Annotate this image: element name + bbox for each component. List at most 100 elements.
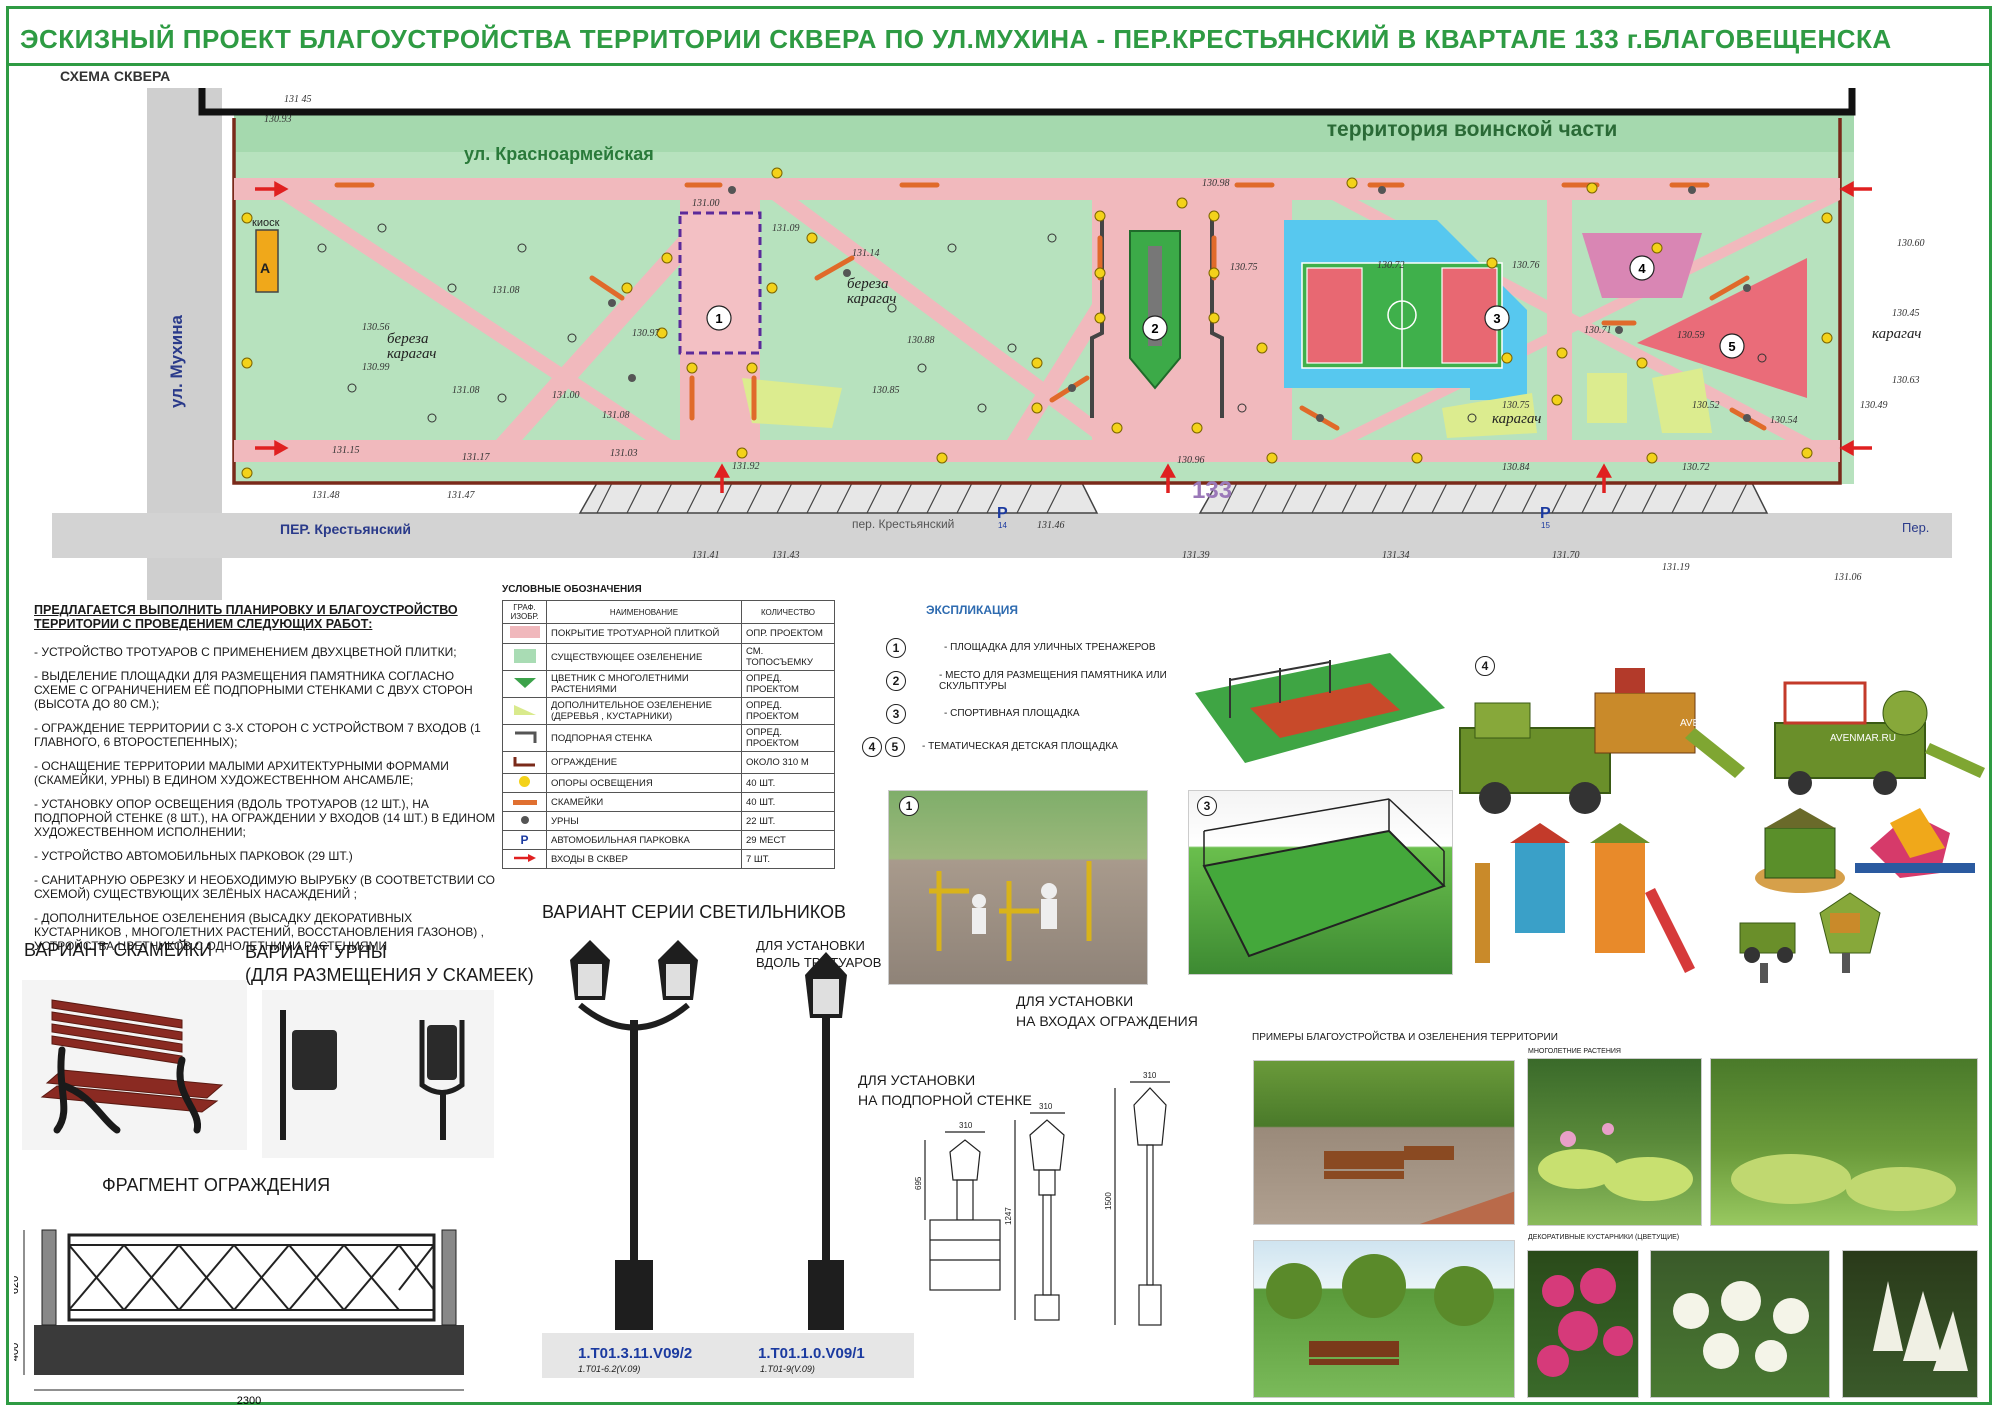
svg-text:131.43: 131.43 [772, 550, 800, 561]
bench-swatch-icon [512, 799, 537, 805]
tree-label-5: карагач [1492, 411, 1541, 427]
tree-label-4: карагач [847, 291, 896, 307]
extra-greenery-swatch-icon [513, 704, 536, 715]
dim-695: 695 [915, 1176, 923, 1190]
lamps-entrance-caption-1: ДЛЯ УСТАНОВКИ [1016, 993, 1134, 1009]
examples-perennials-label: МНОГОЛЕТНИЕ РАСТЕНИЯ [1528, 1048, 1621, 1055]
legend-table: ГРАФ. ИЗОБР. НАИМЕНОВАНИЕ КОЛИЧЕСТВО ПОК… [502, 600, 835, 869]
svg-text:130.98: 130.98 [1202, 178, 1230, 189]
svg-text:131.14: 131.14 [852, 248, 880, 259]
works-head: ПРЕДЛАГАЕТСЯ ВЫПОЛНИТЬ ПЛАНИРОВКУ И БЛАГ… [34, 603, 458, 631]
page-title: ЭСКИЗНЫЙ ПРОЕКТ БЛАГОУСТРОЙСТВА ТЕРРИТОР… [20, 24, 1892, 54]
fence-dim-h2: 400 [14, 1343, 21, 1361]
svg-text:131.00: 131.00 [692, 198, 720, 209]
svg-text:131.92: 131.92 [732, 461, 760, 472]
photo-bench-lawn [1253, 1240, 1515, 1398]
flowerbed-swatch-icon [513, 677, 536, 688]
urn-caption-2: (ДЛЯ РАЗМЕЩЕНИЯ У СКАМЕЕК) [245, 965, 534, 985]
works-item-7: - САНИТАРНУЮ ОБРЕЗКУ И НЕОБХОДИМУЮ ВЫРУБ… [34, 873, 496, 901]
svg-text:130.71: 130.71 [1584, 325, 1612, 336]
urn-swatch-icon [520, 815, 529, 824]
playground-renders: AVENMAR.RU AVENMAR.RU [1459, 668, 1985, 983]
dim-310-entrance: 310 [1039, 1102, 1053, 1111]
svg-text:130.93: 130.93 [264, 114, 292, 125]
svg-text:131.70: 131.70 [1552, 550, 1580, 561]
svg-text:130.54: 130.54 [1770, 415, 1798, 426]
examples-shrubs-label: ДЕКОРАТИВНЫЕ КУСТАРНИКИ (ЦВЕТУЩИЕ) [1528, 1234, 1680, 1241]
site-plan: 1 2 3 4 5 территория воинской части ул. … [52, 88, 1952, 600]
works-item-4: - ОСНАЩЕНИЕ ТЕРРИТОРИИ МАЛЫМИ АРХИТЕКТУР… [34, 759, 449, 787]
svg-text:130.99: 130.99 [362, 362, 390, 373]
lamps-entrance-caption-2: НА ВХОДАХ ОГРАЖДЕНИЯ [1016, 1013, 1198, 1029]
svg-text:130.60: 130.60 [1897, 238, 1925, 249]
greenery-swatch-icon [513, 648, 536, 663]
svg-text:130.72: 130.72 [1377, 260, 1405, 271]
paving-swatch-icon [509, 626, 540, 638]
svg-text:130.75: 130.75 [1502, 400, 1530, 411]
legend-row: P АВТОМОБИЛЬНАЯ ПАРКОВКА 29 МЕСТ [502, 830, 835, 850]
zone-4-number: 4 [1638, 261, 1646, 276]
title-bar: ЭСКИЗНЫЙ ПРОЕКТ БЛАГОУСТРОЙСТВА ТЕРРИТОР… [6, 6, 1992, 66]
dim-1500: 1500 [1104, 1192, 1113, 1210]
legend-col-sym: ГРАФ. ИЗОБР. [502, 600, 547, 624]
zone-1-outline [678, 211, 762, 355]
svg-text:130.76: 130.76 [1512, 260, 1540, 271]
lane-krest2-label: пер. Крестьянский [852, 517, 954, 531]
lamp-model-1: 1.Т01.3.11.V09/2 [578, 1345, 693, 1362]
svg-text:130.75: 130.75 [1230, 262, 1258, 273]
photo-outdoor-trainers: 1 [888, 790, 1148, 985]
zone-1-number: 1 [715, 311, 722, 326]
photo-1-number: 1 [899, 796, 919, 816]
zone-2-number: 2 [1151, 321, 1158, 336]
zone-5-number: 5 [1728, 339, 1735, 354]
svg-text:131.19: 131.19 [1662, 562, 1690, 573]
svg-text:131.47: 131.47 [447, 490, 476, 501]
legend-row: ОГРАЖДЕНИЕ ОКОЛО 310 М [502, 751, 835, 774]
bench-image [22, 980, 247, 1150]
works-item-3: - ОГРАЖДЕНИЕ ТЕРРИТОРИИ С 3-Х СТОРОН С У… [34, 721, 481, 749]
works-item-1: - УСТРОЙСТВО ТРОТУАРОВ С ПРИМЕНЕНИЕМ ДВУ… [34, 645, 457, 659]
svg-text:130.56: 130.56 [362, 322, 390, 333]
dim-310-wall: 310 [959, 1121, 973, 1130]
lamp-model-1-sub: 1.T01-6.2(V.09) [578, 1364, 641, 1374]
explication-item: 4 5 - ТЕМАТИЧЕСКАЯ ДЕТСКАЯ ПЛОЩАДКА [856, 730, 1196, 763]
watermark-2: AVENMAR.RU [1830, 733, 1896, 744]
parking-strip-2 [1198, 482, 1769, 514]
svg-text:130.45: 130.45 [1892, 308, 1920, 319]
svg-text:131.08: 131.08 [452, 385, 480, 396]
fence-drawing: 620 400 2300 [14, 1229, 464, 1405]
svg-text:130.72: 130.72 [1682, 462, 1710, 473]
lamps-caption: ВАРИАНТ СЕРИИ СВЕТИЛЬНИКОВ [542, 902, 847, 922]
svg-text:130.88: 130.88 [907, 335, 935, 346]
tree-label-3: береза [847, 276, 889, 292]
svg-text:131.08: 131.08 [602, 410, 630, 421]
legend-title: УСЛОВНЫЕ ОБОЗНАЧЕНИЯ [502, 584, 642, 595]
legend-col-name: НАИМЕНОВАНИЕ [546, 600, 742, 624]
legend-row: ОПОРЫ ОСВЕЩЕНИЯ 40 ШТ. [502, 773, 835, 793]
watermark-1: AVENMAR.RU [1680, 718, 1746, 729]
svg-text:130.97: 130.97 [632, 328, 661, 339]
tree-label-6: карагач [1872, 326, 1921, 342]
svg-text:130.63: 130.63 [1892, 375, 1920, 386]
legend-row: ПОКРЫТИЕ ТРОТУАРНОЙ ПЛИТКОЙ ОПР. ПРОЕКТОМ [502, 623, 835, 644]
legend-row: ПОДПОРНАЯ СТЕНКА ОПРЕД. ПРОЕКТОМ [502, 724, 835, 752]
svg-text:131.06: 131.06 [1834, 572, 1862, 583]
photo-shrub-pink [1527, 1250, 1639, 1398]
svg-text:131.08: 131.08 [492, 285, 520, 296]
legend-row: ДОПОЛНИТЕЛЬНОЕ ОЗЕЛЕНЕНИЕ (ДЕРЕВЬЯ , КУС… [502, 697, 835, 725]
legend-row: СУЩЕСТВУЮЩЕЕ ОЗЕЛЕНЕНИЕ СМ. ТОПОСЪЕМКУ [502, 643, 835, 671]
svg-text:130.85: 130.85 [872, 385, 900, 396]
lamp-model-2-sub: 1.T01-9(V.09) [760, 1364, 815, 1374]
examples-title: ПРИМЕРЫ БЛАГОУСТРОЙСТВА И ОЗЕЛЕНЕНИЯ ТЕР… [1252, 1032, 1558, 1043]
tree-label-2: карагач [387, 346, 436, 362]
svg-text:131.46: 131.46 [1037, 520, 1065, 531]
photo-3-number: 3 [1197, 796, 1217, 816]
svg-text:130.59: 130.59 [1677, 330, 1705, 341]
works-item-6: - УСТРОЙСТВО АВТОМОБИЛЬНЫХ ПАРКОВОК (29 … [34, 849, 353, 863]
explication-item: 3 - СПОРТИВНАЯ ПЛОЩАДКА [856, 697, 1196, 730]
lamp-dimension-drawings: 310 695 310 1247 310 1500 [915, 1071, 1170, 1326]
explication-item: 2 - МЕСТО ДЛЯ РАЗМЕЩЕНИЯ ПАМЯТНИКА ИЛИ С… [856, 664, 1196, 697]
explication: ЭКСПЛИКАЦИЯ 1 - ПЛОЩАДКА ДЛЯ УЛИЧНЫХ ТРЕ… [856, 603, 1196, 763]
zone-3-number: 3 [1493, 311, 1500, 326]
parking-1-symbol: P [997, 505, 1008, 522]
